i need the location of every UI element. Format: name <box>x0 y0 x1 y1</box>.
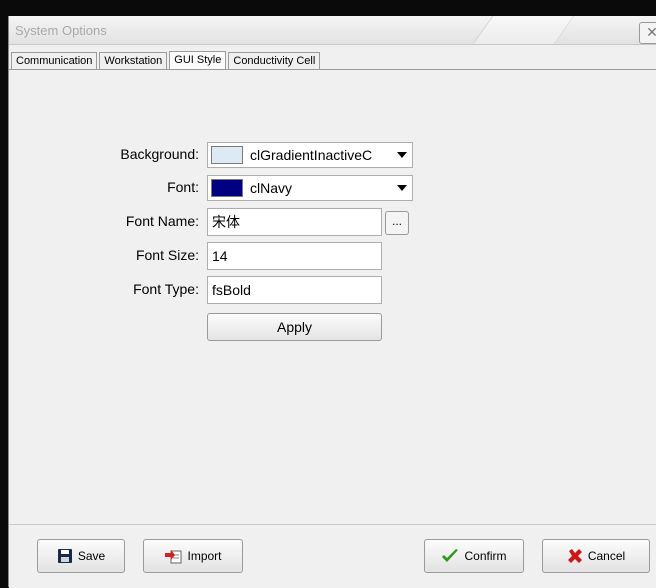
background-color-value: clGradientInactiveC <box>250 147 373 163</box>
save-button[interactable]: Save <box>37 539 125 573</box>
import-button-label: Import <box>187 549 222 563</box>
background-color-select[interactable]: clGradientInactiveC <box>207 142 413 168</box>
tab-conductivity-cell[interactable]: Conductivity Cell <box>228 52 321 70</box>
floppy-disk-icon <box>57 548 73 564</box>
font-size-label: Font Size: <box>135 247 199 263</box>
font-color-label: Font: <box>167 179 199 195</box>
font-size-input[interactable] <box>207 242 382 270</box>
dropdown-arrow-icon[interactable] <box>397 185 407 191</box>
font-type-input[interactable] <box>207 276 382 304</box>
tab-gui-style[interactable]: GUI Style <box>169 51 227 70</box>
import-icon <box>164 548 182 564</box>
font-type-label: Font Type: <box>133 281 199 297</box>
tab-communication[interactable]: Communication <box>11 52 98 70</box>
title-glare <box>461 16 579 44</box>
tab-workstation[interactable]: Workstation <box>99 52 168 70</box>
close-button[interactable]: ✕ <box>639 22 656 44</box>
font-color-value: clNavy <box>250 180 293 196</box>
apply-button[interactable]: Apply <box>207 313 382 341</box>
background-color-swatch <box>211 146 243 164</box>
gui-style-panel: Background: clGradientInactiveC Font: cl… <box>9 69 656 525</box>
confirm-button[interactable]: Confirm <box>424 539 524 573</box>
font-color-select[interactable]: clNavy <box>207 175 413 201</box>
close-icon: ✕ <box>646 24 656 40</box>
window-title: System Options <box>15 23 107 38</box>
confirm-button-label: Confirm <box>464 549 507 563</box>
system-options-window: System Options ✕ Communication Workstati… <box>8 16 656 588</box>
save-button-label: Save <box>77 549 106 563</box>
font-color-swatch <box>211 179 243 197</box>
red-x-icon <box>567 548 583 564</box>
cancel-button-label: Cancel <box>587 549 626 563</box>
font-name-input[interactable] <box>207 208 382 236</box>
cancel-button[interactable]: Cancel <box>542 539 650 573</box>
bottom-button-bar: Save Import Confirm Cancel <box>9 524 656 588</box>
dropdown-arrow-icon[interactable] <box>397 152 407 158</box>
title-bar: System Options ✕ <box>9 16 656 45</box>
background-label: Background: <box>120 146 199 162</box>
checkmark-icon <box>441 548 459 564</box>
font-name-label: Font Name: <box>125 213 199 229</box>
font-browse-button[interactable]: ... <box>385 211 409 235</box>
import-button[interactable]: Import <box>143 539 243 573</box>
